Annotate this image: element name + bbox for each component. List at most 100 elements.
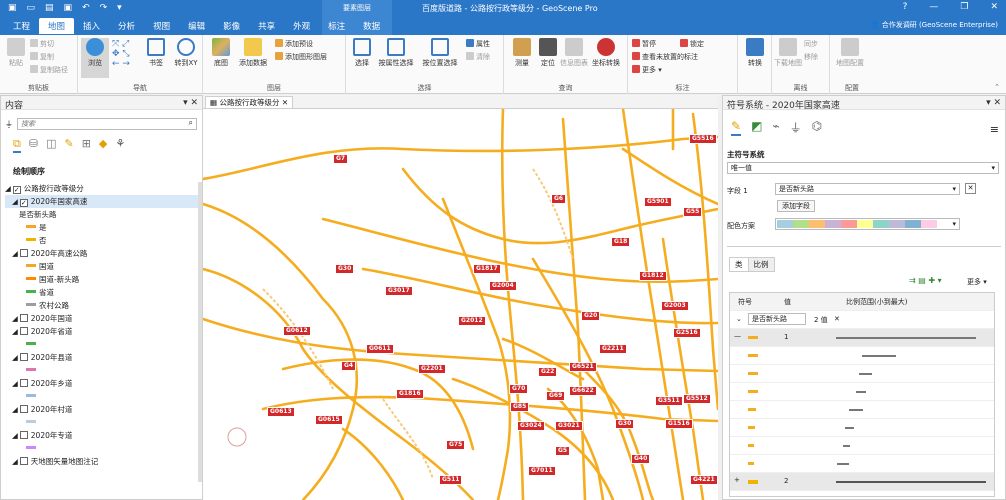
expand-icon[interactable]: ◢	[12, 405, 18, 414]
group-field-input[interactable]: 是否新头路	[748, 313, 806, 325]
layer-checkbox[interactable]	[19, 379, 28, 387]
tab-scales[interactable]: 比例	[748, 257, 775, 272]
map-view[interactable]: G7 G6 G5516 G5901 G55 G18 G30 G1817 G3017 G2004 G1…	[203, 109, 718, 500]
layer-tree-item[interactable]: ◢ 2020年县道	[5, 351, 201, 364]
vary-symbology-icon[interactable]: ◩	[751, 119, 762, 136]
add-field-button[interactable]: 添加字段	[777, 200, 815, 212]
select-button[interactable]: 选择	[348, 38, 376, 68]
layer-tree-item[interactable]: 省道	[5, 286, 201, 299]
tab-insert[interactable]: 插入	[74, 18, 109, 34]
layer-checkbox[interactable]	[19, 314, 28, 322]
sync-button[interactable]: 同步	[804, 39, 818, 49]
cut-button[interactable]: 剪切	[30, 39, 54, 49]
scale-range-bar[interactable]	[843, 445, 850, 447]
layer-checkbox[interactable]	[19, 457, 28, 465]
layer-tree-item[interactable]	[5, 364, 201, 377]
scale-range-bar[interactable]	[862, 355, 897, 357]
paste-button[interactable]: 粘贴	[2, 38, 30, 68]
class-symbol[interactable]	[748, 462, 754, 465]
search-icon[interactable]: ⌕	[189, 118, 193, 128]
layer-tree-item[interactable]: ◢ 2020年专道	[5, 429, 201, 442]
locate-button[interactable]: 定位	[534, 38, 562, 68]
layer-tree-item[interactable]	[5, 442, 201, 455]
collapse-ribbon-icon[interactable]: ⌃	[994, 83, 1000, 91]
class-symbol[interactable]	[748, 354, 758, 357]
layer-checkbox[interactable]: ✓	[12, 186, 21, 194]
scale-range-bar[interactable]	[836, 463, 849, 465]
class-symbol[interactable]	[748, 408, 756, 411]
class-row[interactable]	[730, 347, 994, 365]
layer-tree-item[interactable]: ◢ 2020年省道	[5, 325, 201, 338]
maximize-button[interactable]: ❐	[960, 2, 968, 12]
class-symbol[interactable]	[748, 426, 755, 429]
class-symbol[interactable]	[748, 390, 758, 393]
class-symbol[interactable]	[748, 480, 758, 484]
scale-range-bar[interactable]	[845, 427, 855, 429]
tab-data[interactable]: 数据	[354, 18, 389, 34]
class-symbol[interactable]	[748, 372, 758, 375]
tab-labeling[interactable]: 标注	[319, 18, 354, 34]
tab-view[interactable]: 视图	[144, 18, 179, 34]
scale-range-bar[interactable]	[836, 481, 986, 483]
layer-checkbox[interactable]	[19, 327, 28, 335]
layer-tree-item[interactable]: 国道	[5, 260, 201, 273]
bookmark-button[interactable]: 书签	[142, 38, 170, 68]
infographic-button[interactable]: 信息图表	[560, 38, 588, 68]
menu-icon[interactable]: ≡	[990, 123, 999, 136]
collapse-icon[interactable]: ⌄	[736, 315, 742, 323]
tab-project[interactable]: 工程	[4, 18, 39, 34]
select-by-location-button[interactable]: 按位置选择	[422, 38, 458, 68]
layer-tree-item[interactable]: ◢ 2020年村道	[5, 403, 201, 416]
class-row[interactable]	[730, 437, 994, 455]
layer-tree-item[interactable]	[5, 338, 201, 351]
class-row[interactable]: —1	[730, 329, 994, 347]
class-row[interactable]	[730, 401, 994, 419]
close-button[interactable]: ✕	[990, 2, 998, 12]
expand-icon[interactable]: ◢	[12, 327, 18, 336]
labeling-more-button[interactable]: 更多 ▾	[632, 65, 662, 75]
layer-tree-item[interactable]: ◢ ✓ 公路按行政等级分	[5, 182, 201, 195]
layer-tree-item[interactable]: 国道-新头路	[5, 273, 201, 286]
expand-icon[interactable]: ◢	[12, 353, 18, 362]
attributes-button[interactable]: 属性	[466, 39, 490, 49]
data-source-icon[interactable]: ⛁	[29, 137, 38, 153]
splitter[interactable]	[727, 246, 1001, 247]
pane-options-icon[interactable]: ▾ ✕	[183, 98, 198, 108]
add-preset-button[interactable]: 添加预设	[275, 39, 313, 49]
layer-tree-item[interactable]: 是否新头路	[5, 208, 201, 221]
labeling-view-icon[interactable]: ◆	[99, 137, 107, 153]
tab-appearance[interactable]: 外观	[284, 18, 319, 34]
class-row[interactable]	[730, 383, 994, 401]
filter-icon[interactable]: ⏚	[790, 119, 802, 136]
redo-icon[interactable]: ↷	[100, 3, 108, 13]
class-expand-icon[interactable]: —	[734, 332, 741, 340]
symbology-pane-controls[interactable]: ▾ ✕	[986, 98, 1001, 108]
tab-analysis[interactable]: 分析	[109, 18, 144, 34]
expand-icon[interactable]: ◢	[12, 457, 18, 466]
user-account[interactable]: 👤 合作发调研 (GeoScene Enterprise)	[871, 20, 998, 30]
remove-button[interactable]: 移除	[804, 52, 818, 62]
measure-button[interactable]: 测量	[508, 38, 536, 68]
primary-symbology-icon[interactable]: ✎	[731, 119, 742, 136]
expand-icon[interactable]: ◢	[12, 249, 18, 258]
class-symbol[interactable]	[748, 336, 758, 339]
layer-checkbox[interactable]	[19, 249, 28, 257]
tab-map[interactable]: 地图	[39, 18, 75, 34]
layer-tree-item[interactable]: 农村公路	[5, 299, 201, 312]
layer-tree-item[interactable]: ◢ ✓ 2020年国家高速	[5, 195, 201, 208]
copy-path-button[interactable]: 复制路径	[30, 65, 68, 75]
download-map-button[interactable]: 下载地图	[774, 38, 802, 68]
class-tools[interactable]: ⇉ ▤ ✚ ▾	[909, 276, 942, 285]
contents-scrollbar[interactable]	[198, 182, 202, 482]
clear-button[interactable]: 清除	[466, 52, 490, 62]
goto-xy-button[interactable]: 转到XY	[172, 38, 200, 68]
copy-button[interactable]: 复制	[30, 52, 54, 62]
select-by-attributes-button[interactable]: 按属性选择	[378, 38, 414, 68]
open-icon[interactable]: ▤	[45, 3, 54, 13]
map-config-button[interactable]: 地图配置	[836, 38, 864, 68]
class-expand-icon[interactable]: +	[734, 476, 740, 484]
undo-icon[interactable]: ↶	[82, 3, 90, 13]
color-scheme-select[interactable]: ▾	[775, 218, 960, 230]
scale-range-bar[interactable]	[848, 409, 864, 411]
class-row[interactable]: +2	[730, 473, 994, 491]
